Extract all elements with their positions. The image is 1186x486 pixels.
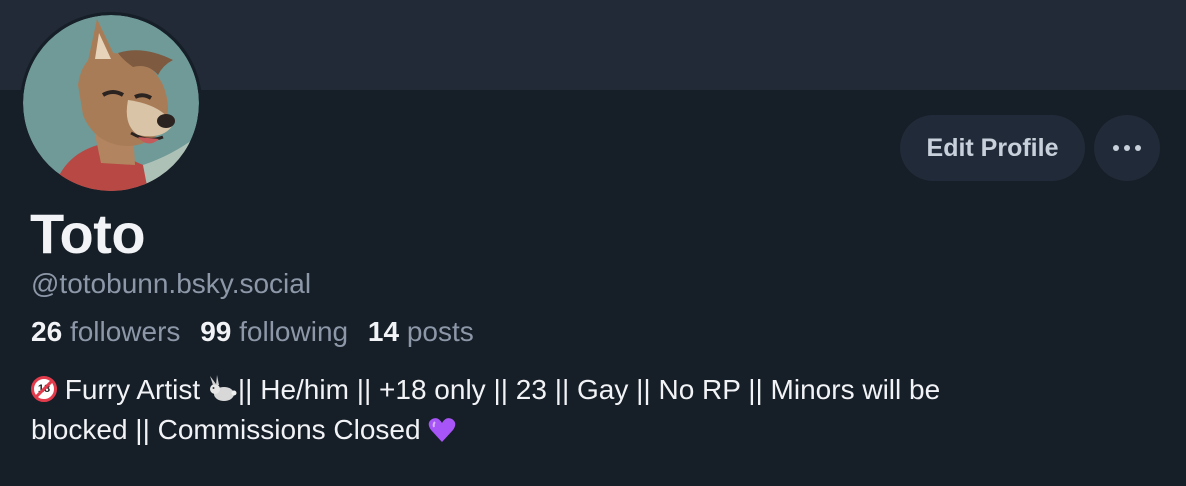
bio-text-1a: Furry Artist [64,374,201,405]
bio-line-1: 18 Furry Artist || He/him || +18 only ||… [31,370,1131,410]
ellipsis-icon [1113,145,1141,151]
display-name: Toto [30,202,146,265]
profile-avatar[interactable] [20,12,202,194]
followers-count: 26 [31,316,63,347]
edit-profile-button[interactable]: Edit Profile [900,115,1085,181]
following-label: following [239,316,349,347]
bio-text-2: blocked || Commissions Closed [31,414,421,445]
profile-stats: 26 followers 99 following 14 posts [31,314,486,350]
purple-heart-icon [429,418,456,442]
followers-stat[interactable]: 26 followers [31,314,180,350]
following-count: 99 [200,316,232,347]
profile-handle: @totobunn.bsky.social [31,268,312,299]
posts-count: 14 [367,316,400,347]
posts-stat: 14 posts [368,314,474,350]
bio-line-2: blocked || Commissions Closed [31,410,1131,450]
posts-label: posts [406,316,474,347]
no-under-18-icon: 18 [31,376,57,402]
followers-label: followers [69,316,181,347]
fox-avatar-illustration [23,15,199,191]
more-options-button[interactable] [1094,115,1160,181]
profile-bio: 18 Furry Artist || He/him || +18 only ||… [31,370,1131,450]
following-stat[interactable]: 99 following [200,314,348,350]
bio-text-1b: || He/him || +18 only || 23 || Gay || No… [237,374,941,405]
rabbit-icon [209,375,237,401]
